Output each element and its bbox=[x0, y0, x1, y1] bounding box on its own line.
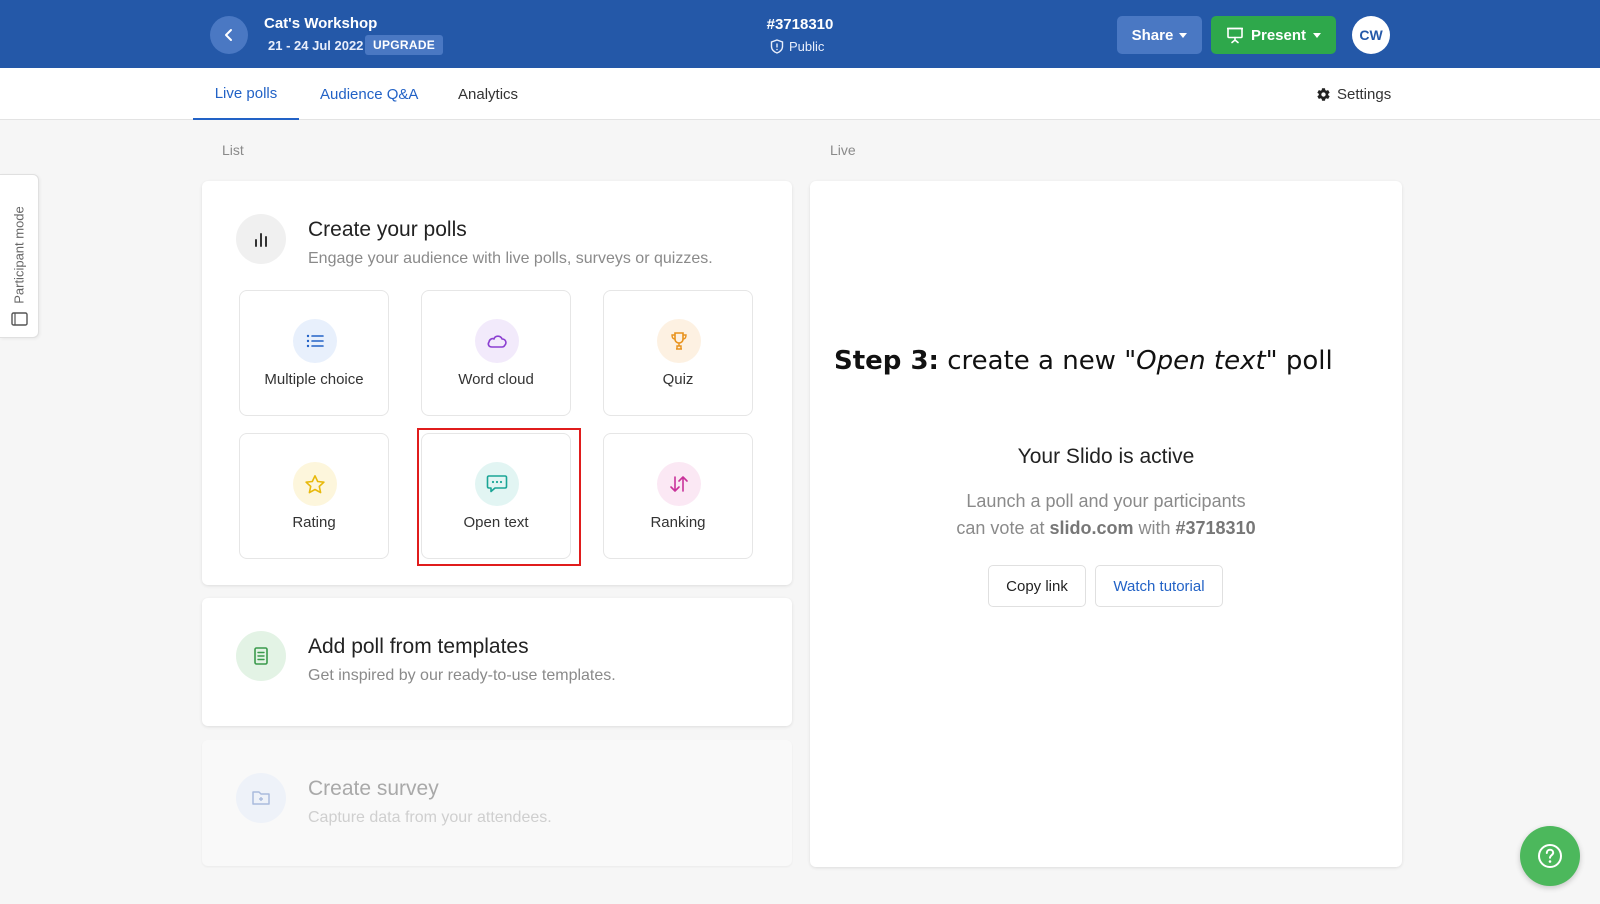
bar-chart-icon bbox=[236, 214, 286, 264]
event-dates: 21 - 24 Jul 2022 bbox=[268, 38, 364, 53]
settings-label: Settings bbox=[1337, 85, 1392, 103]
create-polls-title: Create your polls bbox=[308, 218, 467, 241]
settings-button[interactable]: Settings bbox=[1316, 68, 1391, 120]
event-code[interactable]: #3718310 bbox=[767, 16, 834, 33]
step-poll-type: "Open text" bbox=[1124, 346, 1278, 376]
tab-analytics[interactable]: Analytics bbox=[458, 68, 518, 120]
templates-title: Add poll from templates bbox=[308, 635, 529, 658]
poll-type-quiz[interactable]: Quiz bbox=[603, 290, 753, 416]
poll-type-label: Open text bbox=[463, 514, 529, 531]
templates-card[interactable]: Add poll from templates Get inspired by … bbox=[202, 598, 792, 726]
survey-subtitle: Capture data from your attendees. bbox=[308, 809, 552, 826]
user-avatar[interactable]: CW bbox=[1352, 16, 1390, 54]
create-polls-card: Create your polls Engage your audience w… bbox=[202, 181, 792, 585]
shield-icon bbox=[770, 39, 784, 54]
chevron-left-icon bbox=[225, 29, 232, 41]
share-label: Share bbox=[1131, 26, 1174, 44]
tab-bar: Live polls Audience Q&A Analytics Settin… bbox=[0, 68, 1600, 120]
step-instruction: Step 3: create a new "Open text" poll bbox=[834, 346, 1333, 376]
live-section-label: Live bbox=[830, 142, 856, 158]
live-desc-line2: can vote at slido.com with #3718310 bbox=[956, 518, 1256, 538]
participant-mode-label: Participant mode bbox=[11, 206, 27, 304]
site-url: slido.com bbox=[1049, 518, 1134, 538]
upgrade-button[interactable]: UPGRADE bbox=[365, 35, 444, 55]
tab-audience-qa[interactable]: Audience Q&A bbox=[320, 68, 418, 120]
help-button[interactable] bbox=[1520, 826, 1580, 886]
create-polls-subtitle: Engage your audience with live polls, su… bbox=[308, 250, 713, 267]
list-icon bbox=[293, 319, 337, 363]
sort-arrows-icon bbox=[657, 462, 701, 506]
caret-down-icon bbox=[1179, 32, 1188, 38]
device-icon bbox=[11, 312, 28, 326]
poll-type-label: Ranking bbox=[650, 514, 706, 531]
poll-type-rating[interactable]: Rating bbox=[239, 433, 389, 559]
tab-live-polls[interactable]: Live polls bbox=[193, 68, 299, 120]
poll-type-open-text[interactable]: Open text bbox=[421, 433, 571, 559]
event-code-text: #3718310 bbox=[1175, 518, 1256, 538]
live-status-title: Your Slido is active bbox=[1017, 445, 1195, 468]
share-button[interactable]: Share bbox=[1117, 16, 1202, 54]
cloud-icon bbox=[475, 319, 519, 363]
survey-title: Create survey bbox=[308, 777, 439, 800]
question-icon bbox=[1538, 844, 1562, 868]
back-button[interactable] bbox=[210, 16, 248, 54]
poll-type-label: Word cloud bbox=[458, 371, 534, 388]
folder-icon bbox=[236, 773, 286, 823]
poll-type-multiple-choice[interactable]: Multiple choice bbox=[239, 290, 389, 416]
caret-down-icon bbox=[1313, 32, 1322, 38]
present-button[interactable]: Present bbox=[1211, 16, 1336, 54]
copy-link-button[interactable]: Copy link bbox=[988, 565, 1086, 607]
survey-card[interactable]: Create survey Capture data from your att… bbox=[202, 740, 792, 866]
star-icon bbox=[293, 462, 337, 506]
trophy-icon bbox=[657, 319, 701, 363]
poll-type-label: Quiz bbox=[662, 371, 694, 388]
watch-tutorial-button[interactable]: Watch tutorial bbox=[1095, 565, 1223, 607]
gear-icon bbox=[1317, 87, 1330, 101]
poll-type-word-cloud[interactable]: Word cloud bbox=[421, 290, 571, 416]
poll-type-ranking[interactable]: Ranking bbox=[603, 433, 753, 559]
step-text-part: create a new bbox=[938, 346, 1125, 376]
live-desc-line1: Launch a poll and your participants bbox=[966, 491, 1246, 511]
step-text-part: poll bbox=[1277, 346, 1333, 376]
notebook-icon bbox=[236, 631, 286, 681]
visibility-label: Public bbox=[789, 39, 825, 54]
poll-type-label: Multiple choice bbox=[264, 371, 364, 388]
chat-bubble-icon bbox=[475, 462, 519, 506]
event-title[interactable]: Cat's Workshop bbox=[264, 15, 377, 32]
templates-subtitle: Get inspired by our ready-to-use templat… bbox=[308, 667, 616, 684]
present-label: Present bbox=[1250, 26, 1307, 44]
presentation-icon bbox=[1226, 27, 1243, 44]
visibility-status[interactable]: Public bbox=[770, 39, 824, 54]
top-bar: Cat's Workshop 21 - 24 Jul 2022 UPGRADE … bbox=[0, 0, 1600, 68]
poll-type-label: Rating bbox=[292, 514, 336, 531]
step-number: Step 3: bbox=[834, 346, 939, 376]
list-section-label: List bbox=[222, 142, 244, 158]
live-status-description: Launch a poll and your participants can … bbox=[810, 488, 1402, 542]
